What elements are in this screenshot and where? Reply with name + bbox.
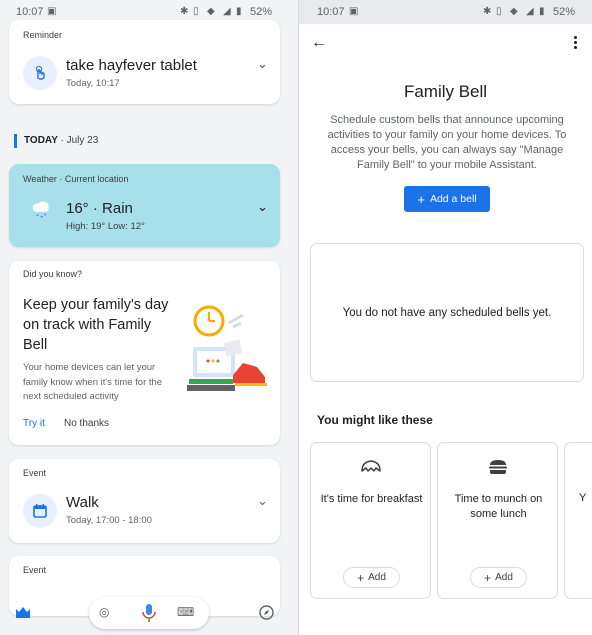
wifi-icon: ◆	[510, 6, 518, 17]
family-bell-screen: 10:07 ▣ ✱ ▯ ◆ ◢ ▮ 52% ← Family Bell Sche…	[299, 0, 592, 635]
add-suggestion-button[interactable]: + Add	[470, 567, 527, 588]
today-label: TODAY	[24, 135, 58, 146]
add-bell-button[interactable]: + Add a bell	[404, 186, 490, 212]
plus-icon: +	[417, 191, 425, 207]
event-title: Walk	[66, 494, 99, 511]
page-description: Schedule custom bells that announce upco…	[327, 114, 567, 171]
status-bar: 10:07 ▣ ✱ ▯ ◆ ◢ ▮ 52%	[299, 0, 592, 24]
empty-message: You do not have any scheduled bells yet.	[342, 307, 552, 319]
add-label: Add	[368, 572, 386, 583]
suggestion-card-partial[interactable]: Y	[564, 442, 592, 599]
event-label: Event	[23, 565, 47, 575]
reminder-time: Today, 10:17	[66, 78, 120, 89]
assistant-snapshot-screen: 10:07 ▣ ✱ ▯ ◆ ◢ ▮ 52% Reminder take hayf…	[0, 0, 298, 635]
event-time: Today, 17:00 - 18:00	[66, 515, 152, 526]
vibrate-icon: ▯	[496, 6, 502, 17]
assistant-pill[interactable]: ◎ ⌨	[89, 597, 209, 629]
calendar-icon	[23, 494, 57, 528]
weather-card[interactable]: Weather · Current location 16° · Rain Hi…	[9, 164, 280, 247]
suggestion-card-breakfast[interactable]: It's time for breakfast + Add	[310, 442, 431, 599]
dyk-body: Your home devices can let your family kn…	[23, 362, 163, 402]
suggestions-heading: You might like these	[317, 413, 433, 427]
family-bell-illustration-icon	[187, 305, 267, 391]
battery-percent: 52%	[552, 6, 575, 18]
empty-bells-box: You do not have any scheduled bells yet.	[310, 243, 584, 382]
reminder-hand-icon	[23, 56, 57, 90]
rain-cloud-icon	[32, 201, 49, 218]
inbox-icon[interactable]	[15, 605, 31, 619]
more-options-icon[interactable]	[574, 36, 578, 50]
did-you-know-card: Did you know? Keep your family's day on …	[9, 261, 280, 445]
event-card[interactable]: Event Walk Today, 17:00 - 18:00 ⌄	[9, 459, 280, 543]
weather-hilo: High: 19° Low: 12°	[66, 221, 145, 232]
no-thanks-button[interactable]: No thanks	[64, 418, 109, 429]
battery-icon: ▮	[236, 6, 242, 17]
status-time: 10:07	[317, 6, 345, 18]
chevron-down-icon[interactable]: ⌄	[257, 199, 268, 215]
suggestion-text: Y	[579, 492, 587, 504]
bottom-bar: ◎ ⌨	[0, 590, 298, 635]
chevron-down-icon[interactable]: ⌄	[257, 56, 268, 72]
back-arrow-icon[interactable]: ←	[311, 34, 327, 52]
reminder-label: Reminder	[23, 30, 63, 40]
burger-icon	[438, 459, 557, 477]
page-title: Family Bell	[403, 82, 488, 101]
keyboard-icon[interactable]: ⌨	[177, 605, 194, 619]
battery-icon: ▮	[539, 6, 545, 17]
plus-icon: +	[357, 570, 365, 585]
try-it-button[interactable]: Try it	[23, 418, 45, 429]
wifi-icon: ◆	[207, 6, 215, 17]
dyk-label: Did you know?	[23, 269, 83, 279]
bluetooth-icon: ✱	[483, 6, 492, 17]
add-label: Add	[495, 572, 513, 583]
status-time: 10:07	[16, 6, 44, 18]
today-date: · July 23	[60, 135, 99, 146]
suggestion-text: It's time for breakfast	[320, 493, 423, 505]
croissant-icon	[311, 459, 430, 477]
reminder-title: take hayfever tablet	[66, 57, 197, 74]
screenshot-root: 10:07 ▣ ✱ ▯ ◆ ◢ ▮ 52% Reminder take hayf…	[0, 0, 592, 635]
reminder-card[interactable]: Reminder take hayfever tablet Today, 10:…	[9, 20, 280, 104]
lens-icon[interactable]: ◎	[99, 605, 109, 619]
battery-percent: 52%	[249, 6, 272, 18]
weather-label: Weather · Current location	[23, 174, 129, 184]
notification-icon: ▣	[349, 6, 359, 17]
dyk-title: Keep your family's day on track with Fam…	[23, 297, 169, 353]
suggestion-card-lunch[interactable]: Time to munch on some lunch + Add	[437, 442, 558, 599]
today-header: TODAY · July 23	[14, 134, 98, 148]
event-label: Event	[23, 468, 47, 478]
chevron-down-icon[interactable]: ⌄	[257, 493, 268, 509]
compass-icon[interactable]	[259, 605, 274, 620]
mic-icon[interactable]	[141, 603, 157, 623]
add-bell-label: Add a bell	[429, 193, 477, 205]
vibrate-icon: ▯	[193, 6, 199, 17]
plus-icon: +	[484, 570, 492, 585]
bluetooth-icon: ✱	[180, 6, 189, 17]
suggestion-text: Time to munch on some lunch	[454, 493, 543, 520]
weather-temp: 16° · Rain	[66, 200, 133, 217]
notification-icon: ▣	[47, 6, 57, 17]
signal-icon: ◢	[526, 6, 534, 17]
signal-icon: ◢	[223, 6, 231, 17]
add-suggestion-button[interactable]: + Add	[343, 567, 400, 588]
